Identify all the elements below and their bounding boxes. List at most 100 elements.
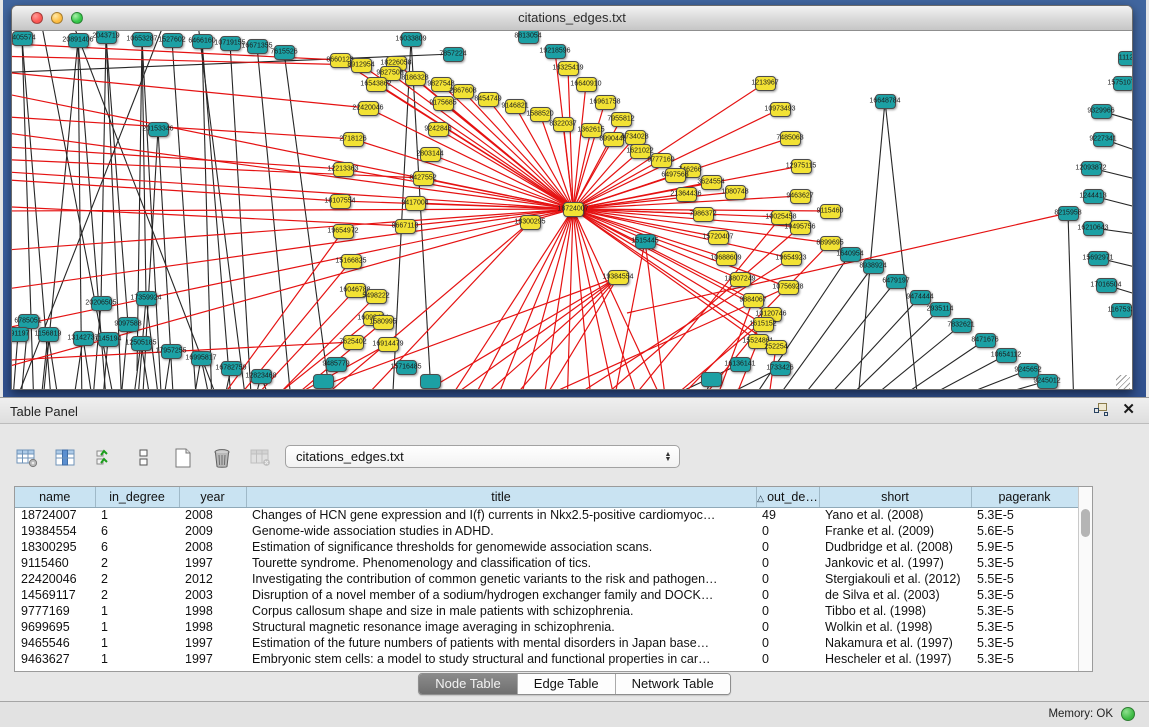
graph-node[interactable]: 12823468 — [251, 369, 272, 384]
table-cell[interactable]: 0 — [756, 651, 819, 667]
graph-node[interactable]: 252254 — [766, 340, 787, 355]
table-row[interactable]: 946362711997Embryonic stem cells: a mode… — [15, 651, 1078, 667]
table-cell[interactable]: 0 — [756, 571, 819, 587]
table-cell[interactable]: 1 — [95, 651, 179, 667]
table-cell[interactable]: 5.5E-5 — [971, 571, 1078, 587]
table-cell[interactable]: Estimation of significance thresholds fo… — [246, 539, 756, 555]
graph-node[interactable]: 16136141 — [730, 357, 751, 372]
table-cell[interactable]: 5.3E-5 — [971, 555, 1078, 571]
graph-node[interactable]: 7986372 — [693, 207, 714, 222]
graph-node[interactable] — [313, 374, 334, 389]
graph-node[interactable]: 12213363 — [333, 162, 354, 177]
table-cell[interactable]: Changes of HCN gene expression and I(f) … — [246, 507, 756, 523]
table-cell[interactable]: Disruption of a novel member of a sodium… — [246, 587, 756, 603]
graph-node[interactable]: 19654923 — [781, 251, 802, 266]
delete-table-icon[interactable] — [209, 445, 235, 471]
column-header-name[interactable]: name — [15, 487, 95, 507]
network-window-titlebar[interactable]: citations_edges.txt — [12, 6, 1132, 31]
column-header-out_de[interactable]: △out_de… — [756, 487, 819, 507]
graph-node[interactable]: 2043719 — [96, 31, 117, 44]
graph-node[interactable]: 10654112 — [996, 348, 1017, 363]
graph-node[interactable]: 1244413 — [1083, 189, 1104, 204]
table-cell[interactable]: 0 — [756, 539, 819, 555]
column-header-pagerank[interactable]: pagerank — [971, 487, 1078, 507]
network-graph-canvas[interactable]: 1405574208914062043719106532871527602646… — [12, 31, 1132, 390]
graph-node[interactable]: 9097588 — [118, 317, 139, 332]
graph-node[interactable]: 8454749 — [478, 92, 499, 107]
close-panel-icon[interactable]: ✕ — [1122, 403, 1135, 416]
column-header-in_degree[interactable]: in_degree — [95, 487, 179, 507]
column-header-title[interactable]: title — [246, 487, 756, 507]
tab-node-table[interactable]: Node Table — [419, 674, 518, 694]
graph-node[interactable]: 20206505 — [91, 296, 112, 311]
table-cell[interactable]: 1 — [95, 635, 179, 651]
graph-node[interactable] — [701, 372, 722, 387]
table-cell[interactable]: 2 — [95, 571, 179, 587]
table-settings-icon[interactable] — [14, 445, 40, 471]
graph-node[interactable]: 6734028 — [625, 130, 646, 145]
table-cell[interactable]: Dudbridge et al. (2008) — [819, 539, 971, 555]
table-selector-dropdown[interactable]: citations_edges.txt ▲▼ — [285, 445, 680, 468]
table-row[interactable]: 1830029562008Estimation of significance … — [15, 539, 1078, 555]
graph-node[interactable]: 10688609 — [716, 251, 737, 266]
graph-node[interactable]: 1515445 — [635, 234, 656, 249]
graph-node[interactable]: 16210643 — [1083, 221, 1104, 236]
table-cell[interactable]: 2008 — [179, 539, 246, 555]
graph-node[interactable]: 1156819 — [38, 327, 59, 342]
graph-node[interactable]: 18325419 — [558, 61, 579, 76]
table-cell[interactable]: 1997 — [179, 651, 246, 667]
float-panel-icon[interactable] — [1094, 403, 1108, 416]
graph-node[interactable]: 10756928 — [778, 280, 799, 295]
graph-node[interactable]: 1080748 — [725, 185, 746, 200]
graph-node[interactable]: 7955812 — [611, 112, 632, 127]
row-height-icon[interactable] — [131, 445, 157, 471]
table-cell[interactable]: 5.3E-5 — [971, 587, 1078, 603]
graph-node[interactable]: 17957255 — [161, 344, 182, 359]
graph-node[interactable]: 9474444 — [910, 290, 931, 305]
graph-node[interactable]: 1640954 — [840, 247, 861, 262]
graph-node[interactable]: 5498222 — [366, 289, 387, 304]
graph-node[interactable]: 6479197 — [886, 274, 907, 289]
graph-node[interactable]: 16995817 — [191, 351, 212, 366]
graph-node[interactable]: 9146821 — [505, 99, 526, 114]
graph-node[interactable]: 9242848 — [428, 122, 449, 137]
graph-node[interactable]: 8215958 — [1058, 206, 1079, 221]
table-vertical-scrollbar[interactable] — [1078, 487, 1092, 671]
graph-node[interactable]: 19495756 — [790, 220, 811, 235]
show-columns-icon[interactable] — [53, 445, 79, 471]
table-cell[interactable]: 18724007 — [15, 507, 95, 523]
table-cell[interactable]: 0 — [756, 619, 819, 635]
graph-node[interactable]: 7485063 — [780, 131, 801, 146]
graph-node[interactable]: 7832621 — [951, 318, 972, 333]
table-row[interactable]: 911546021997Tourette syndrome. Phenomeno… — [15, 555, 1078, 571]
table-row[interactable]: 977716911998Corpus callosum shape and si… — [15, 603, 1078, 619]
graph-node[interactable]: 20153346 — [148, 122, 169, 137]
graph-node[interactable]: 1362615 — [581, 123, 602, 138]
graph-node[interactable]: 19654972 — [333, 224, 354, 239]
table-row[interactable]: 946554611997Estimation of the future num… — [15, 635, 1078, 651]
table-cell[interactable]: 9777169 — [15, 603, 95, 619]
graph-node[interactable]: 18107554 — [330, 194, 351, 209]
graph-node[interactable]: 8322037 — [553, 117, 574, 132]
graph-node[interactable]: 15720407 — [708, 230, 729, 245]
table-cell[interactable]: 1 — [95, 619, 179, 635]
table-cell[interactable]: 9115460 — [15, 555, 95, 571]
table-cell[interactable]: 5.3E-5 — [971, 619, 1078, 635]
table-cell[interactable]: 0 — [756, 603, 819, 619]
graph-node[interactable]: 15716485 — [396, 360, 417, 375]
graph-node[interactable]: 16640910 — [576, 77, 597, 92]
graph-node[interactable]: 9485779 — [326, 357, 347, 372]
table-cell[interactable]: 0 — [756, 587, 819, 603]
create-table-icon[interactable] — [170, 445, 196, 471]
graph-node[interactable]: 9329966 — [1091, 104, 1112, 119]
table-cell[interactable]: Yano et al. (2008) — [819, 507, 971, 523]
graph-node[interactable]: 8912954 — [351, 58, 372, 73]
graph-node[interactable]: 7625402 — [343, 335, 364, 350]
graph-node[interactable]: 10025458 — [771, 210, 792, 225]
table-cell[interactable]: 14569117 — [15, 587, 95, 603]
table-cell[interactable]: 6 — [95, 523, 179, 539]
graph-node[interactable]: 19384554 — [608, 270, 629, 285]
graph-node[interactable]: 1167533 — [1111, 303, 1132, 318]
graph-node[interactable]: 9227341 — [1093, 132, 1114, 147]
table-cell[interactable]: Hescheler et al. (1997) — [819, 651, 971, 667]
